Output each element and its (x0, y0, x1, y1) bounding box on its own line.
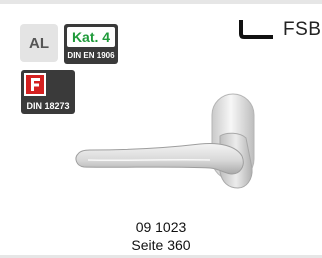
article-number: 09 1023 (135, 219, 187, 235)
fire-protection-icon (24, 73, 46, 96)
category-badge: Kat. 4 DIN EN 1906 (64, 24, 118, 64)
top-divider (0, 0, 322, 4)
fire-protection-badge: DIN 18273 (21, 70, 75, 114)
material-label: AL (29, 34, 49, 52)
door-lever-handle-image (75, 93, 255, 189)
material-badge: AL (20, 24, 58, 62)
fire-protection-norm: DIN 18273 (26, 100, 70, 111)
catalog-page-reference: Seite 360 (131, 237, 191, 253)
category-norm: DIN EN 1906 (67, 51, 115, 60)
fsb-handle-mark-icon (239, 20, 273, 39)
brand-name: FSB (283, 19, 322, 40)
category-label: Kat. 4 (67, 27, 115, 47)
